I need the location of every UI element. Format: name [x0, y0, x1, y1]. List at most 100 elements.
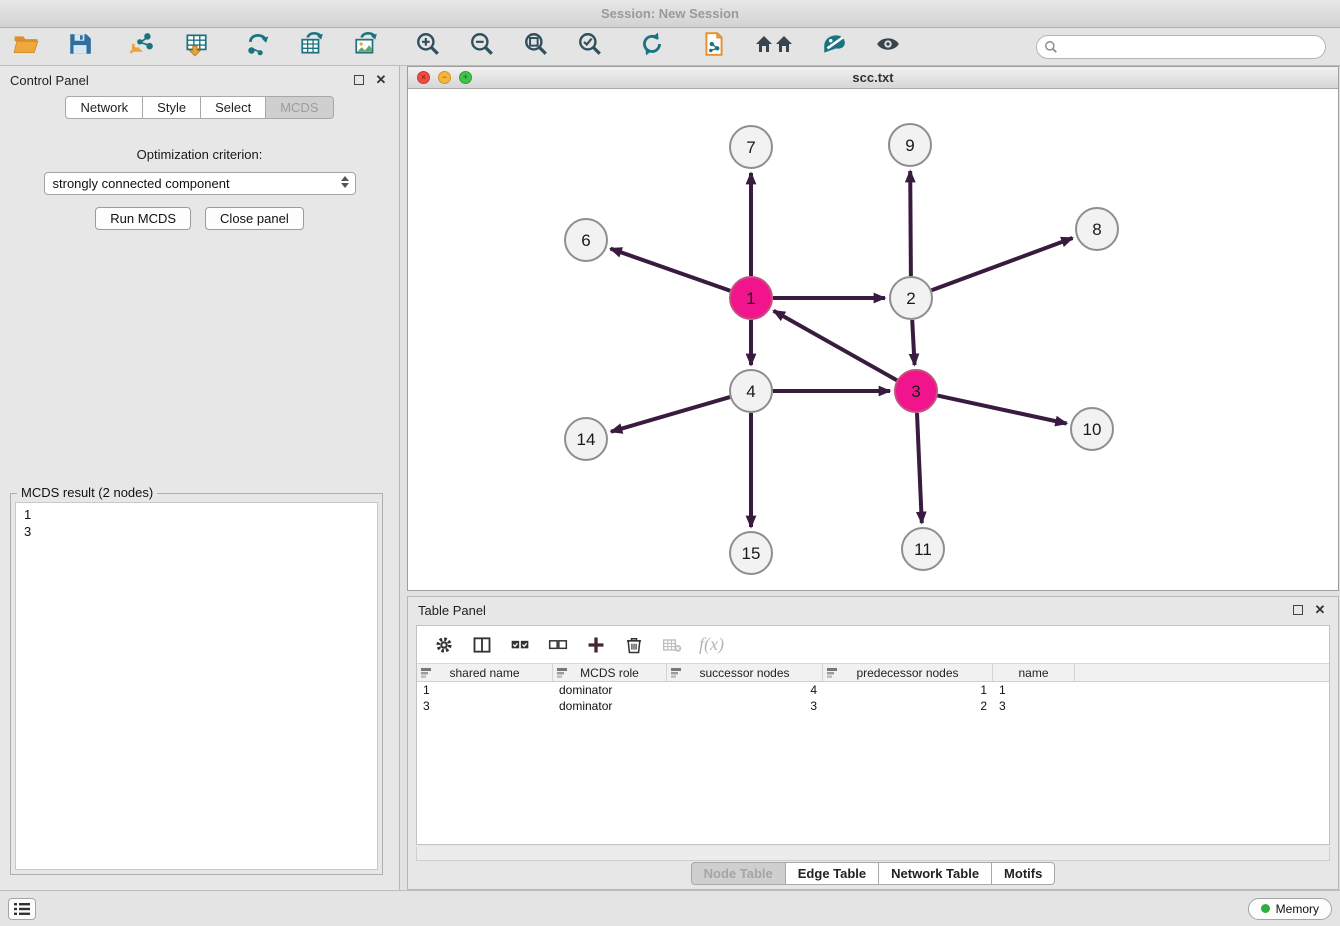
mcds-result-line: 3 [24, 523, 369, 540]
column-label: MCDS role [580, 666, 639, 680]
table-tabs: Node Table Edge Table Network Table Moti… [408, 862, 1338, 885]
tab-network-table[interactable]: Network Table [879, 862, 992, 885]
float-panel-button[interactable] [351, 72, 367, 88]
memory-status-icon [1261, 904, 1270, 913]
mcds-result-list[interactable]: 1 3 [15, 502, 378, 870]
run-mcds-button[interactable]: Run MCDS [95, 207, 191, 230]
node-label-3: 3 [911, 382, 920, 401]
memory-button[interactable]: Memory [1248, 898, 1332, 920]
zoom-selected-button[interactable] [574, 31, 606, 63]
column-type-icon [671, 668, 681, 678]
node-table-container: f(x) shared name MCDS role successor nod… [416, 625, 1330, 845]
table-scrollbar-track[interactable] [416, 847, 1330, 861]
table-settings-button[interactable] [433, 634, 455, 656]
search-icon [1044, 40, 1058, 54]
deselect-all-button[interactable] [547, 634, 569, 656]
home-networks-button[interactable] [752, 31, 796, 63]
column-type-icon [557, 668, 567, 678]
column-header-shared-name[interactable]: shared name [417, 664, 553, 681]
save-icon [67, 31, 93, 62]
tab-node-table[interactable]: Node Table [691, 862, 786, 885]
column-header-successor-nodes[interactable]: successor nodes [667, 664, 823, 681]
select-all-button[interactable] [509, 634, 531, 656]
control-panel-tabs: Network Style Select MCDS [0, 96, 399, 119]
tab-edge-table[interactable]: Edge Table [786, 862, 879, 885]
network-canvas[interactable]: 7968124314101511 [408, 89, 1338, 590]
window-close-button[interactable]: × [417, 71, 430, 84]
node-label-11: 11 [914, 540, 932, 559]
tab-select[interactable]: Select [201, 96, 266, 119]
table-header-row: shared name MCDS role successor nodes pr… [417, 664, 1329, 682]
zoom-fit-button[interactable] [520, 31, 552, 63]
export-table-button[interactable] [296, 31, 328, 63]
tab-motifs[interactable]: Motifs [992, 862, 1055, 885]
gear-icon [434, 635, 454, 655]
import-network-icon [129, 31, 155, 62]
zoom-out-button[interactable] [466, 31, 498, 63]
cell-name[interactable]: 1 [993, 682, 1075, 698]
style-paint-button[interactable] [818, 31, 850, 63]
edge-2-9[interactable] [910, 171, 911, 276]
tab-mcds[interactable]: MCDS [266, 96, 333, 119]
cell-mcds-role[interactable]: dominator [553, 682, 667, 698]
cell-name[interactable]: 3 [993, 698, 1075, 714]
cell-predecessor-nodes[interactable]: 1 [823, 682, 993, 698]
network-graph[interactable]: 7968124314101511 [408, 89, 1338, 590]
import-network-button[interactable] [126, 31, 158, 63]
show-graphics-button[interactable] [872, 31, 904, 63]
export-table-icon [299, 31, 325, 62]
refresh-layout-button[interactable] [636, 31, 668, 63]
tab-style[interactable]: Style [143, 96, 201, 119]
node-label-10: 10 [1083, 420, 1102, 439]
export-image-button[interactable] [350, 31, 382, 63]
edge-2-3[interactable] [912, 320, 914, 365]
save-session-button[interactable] [64, 31, 96, 63]
close-panel-button-cp[interactable]: Close panel [205, 207, 304, 230]
cell-successor-nodes[interactable]: 4 [667, 682, 823, 698]
network-window-title: scc.txt [408, 70, 1338, 85]
import-table-button[interactable] [180, 31, 212, 63]
cell-mcds-role[interactable]: dominator [553, 698, 667, 714]
close-panel-button[interactable]: ✕ [373, 72, 389, 88]
edge-4-14[interactable] [611, 397, 730, 432]
show-columns-button[interactable] [471, 634, 493, 656]
cell-predecessor-nodes[interactable]: 2 [823, 698, 993, 714]
delete-column-button[interactable] [623, 634, 645, 656]
tab-network[interactable]: Network [65, 96, 143, 119]
column-header-name[interactable]: name [993, 664, 1075, 681]
refresh-icon [639, 31, 665, 62]
cell-shared-name[interactable]: 1 [417, 682, 553, 698]
search-input[interactable] [1036, 35, 1326, 59]
table-row[interactable]: 1 dominator 4 1 1 [417, 682, 1329, 698]
task-history-button[interactable] [8, 898, 36, 920]
table-row[interactable]: 3 dominator 3 2 3 [417, 698, 1329, 714]
edge-3-11[interactable] [917, 413, 922, 523]
cell-shared-name[interactable]: 3 [417, 698, 553, 714]
criterion-dropdown[interactable]: strongly connected component [44, 172, 356, 195]
window-minimize-button[interactable]: − [438, 71, 451, 84]
column-header-predecessor-nodes[interactable]: predecessor nodes [823, 664, 993, 681]
open-file-button[interactable] [10, 31, 42, 63]
cell-successor-nodes[interactable]: 3 [667, 698, 823, 714]
node-label-8: 8 [1092, 220, 1101, 239]
edge-2-8[interactable] [932, 238, 1073, 290]
column-header-mcds-role[interactable]: MCDS role [553, 664, 667, 681]
table-float-button[interactable] [1290, 602, 1306, 618]
table-panel-header: Table Panel ✕ [408, 597, 1338, 623]
window-title: Session: New Session [601, 6, 739, 21]
control-panel: Control Panel ✕ Network Style Select MCD… [0, 66, 400, 890]
zoom-in-button[interactable] [412, 31, 444, 63]
clipboard-network-button[interactable] [698, 31, 730, 63]
edge-3-10[interactable] [938, 396, 1067, 424]
create-column-button[interactable] [585, 634, 607, 656]
window-maximize-button[interactable]: + [459, 71, 472, 84]
function-builder-button[interactable]: f(x) [699, 634, 724, 655]
edge-3-1[interactable] [774, 311, 897, 380]
clipboard-network-icon [701, 31, 727, 62]
network-from-url-button[interactable] [242, 31, 274, 63]
edge-1-6[interactable] [611, 249, 731, 291]
table-panel-title: Table Panel [418, 603, 1284, 618]
import-table-icon [183, 31, 209, 62]
delete-table-button[interactable] [661, 634, 683, 656]
table-close-button[interactable]: ✕ [1312, 602, 1328, 618]
